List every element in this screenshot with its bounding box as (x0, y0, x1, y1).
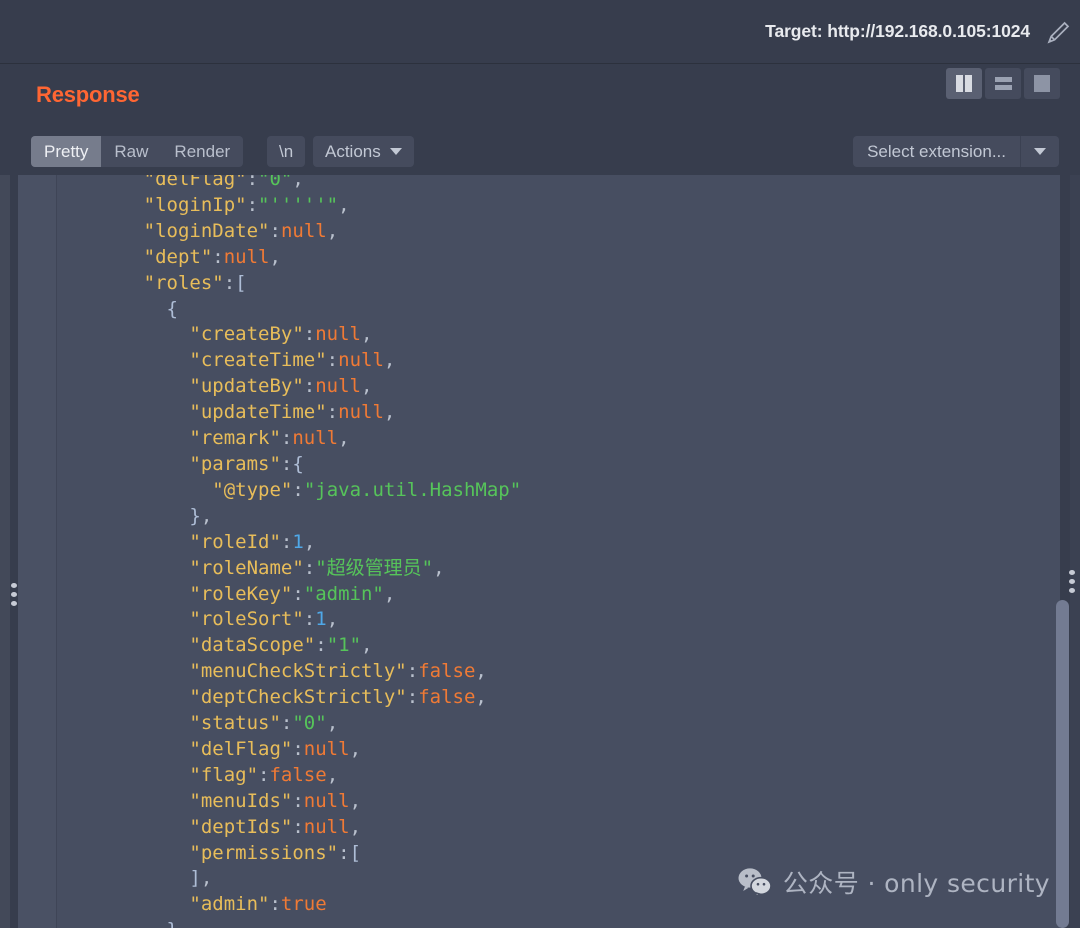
pencil-icon[interactable] (1042, 15, 1076, 49)
view-mode-tabs: Pretty Raw Render (31, 136, 244, 167)
response-header: Response (0, 64, 1080, 130)
response-body-pane: "delFlag":"0", "loginIp":"'''''", "login… (0, 175, 1080, 928)
page-title: Response (36, 82, 140, 107)
tab-render[interactable]: Render (161, 136, 243, 167)
line-number-gutter (18, 175, 57, 928)
tab-pretty[interactable]: Pretty (31, 136, 102, 167)
response-toolbar: Pretty Raw Render \n Actions Select exte… (0, 130, 1080, 174)
target-bar: Target: http://192.168.0.105:1024 (0, 0, 1080, 64)
vertical-scrollbar-thumb[interactable] (1056, 600, 1069, 928)
left-edge-strip (0, 175, 10, 928)
json-code-viewer[interactable]: "delFlag":"0", "loginIp":"'''''", "login… (57, 175, 1060, 928)
layout-vertical-split-button[interactable] (946, 68, 982, 99)
extension-select-value[interactable]: Select extension... (853, 136, 1020, 167)
json-code: "delFlag":"0", "loginIp":"'''''", "login… (143, 175, 522, 928)
newline-button[interactable]: \n (267, 136, 305, 167)
layout-single-pane-button[interactable] (1024, 68, 1060, 99)
chevron-down-icon (1034, 148, 1046, 155)
right-split-handle[interactable] (1069, 570, 1075, 593)
left-gutter (10, 175, 18, 928)
layout-horizontal-split-button[interactable] (985, 68, 1021, 99)
target-url-label: Target: http://192.168.0.105:1024 (765, 21, 1030, 41)
right-edge-strip (1070, 175, 1080, 928)
single-pane-icon (1034, 75, 1050, 92)
newline-toggle-group: \n (267, 136, 306, 167)
burp-response-window: Target: http://192.168.0.105:1024 Respon… (0, 0, 1080, 928)
left-split-handle[interactable] (11, 583, 17, 606)
chevron-down-icon (389, 148, 402, 155)
extension-select-arrow[interactable] (1020, 136, 1059, 167)
layout-button-group (946, 68, 1060, 99)
vertical-split-icon (956, 75, 972, 92)
extension-select[interactable]: Select extension... (853, 136, 1059, 167)
actions-menu-group: Actions (313, 136, 414, 167)
actions-label: Actions (325, 142, 381, 161)
actions-button[interactable]: Actions (313, 136, 414, 167)
tab-raw[interactable]: Raw (101, 136, 161, 167)
horizontal-split-icon (994, 77, 1012, 90)
